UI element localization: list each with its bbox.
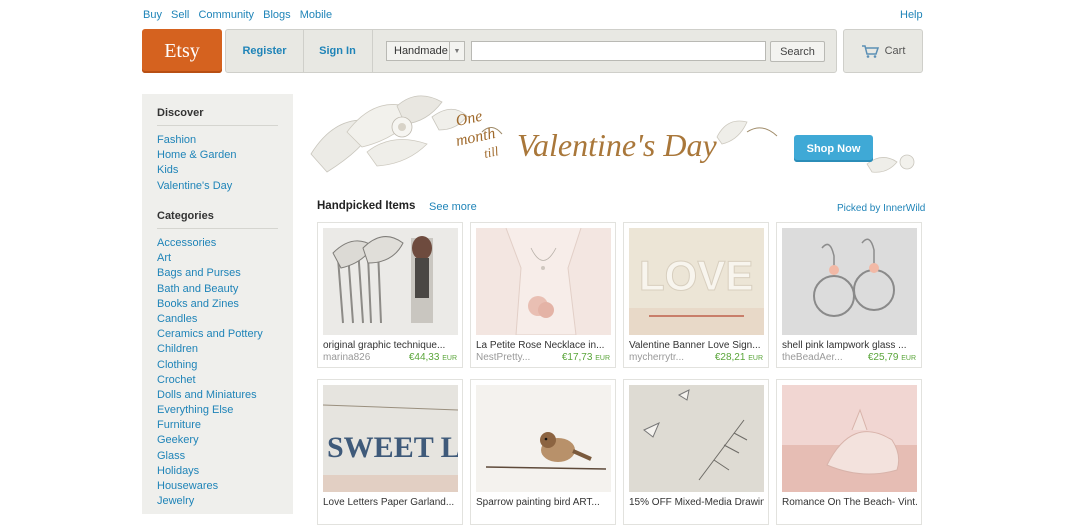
product-card[interactable]: Romance On The Beach- Vint...	[776, 379, 922, 525]
product-title[interactable]: La Petite Rose Necklace in...	[476, 340, 611, 351]
product-title[interactable]: shell pink lampwork glass ...	[782, 340, 917, 351]
currency: EUR	[595, 355, 610, 362]
currency: EUR	[442, 355, 457, 362]
nav-community-link[interactable]: Community	[198, 9, 254, 21]
product-title[interactable]: original graphic technique...	[323, 340, 458, 351]
price-value: €17,73	[561, 352, 593, 363]
discover-list: Fashion Home & Garden Kids Valentine's D…	[157, 133, 236, 194]
product-title[interactable]: Valentine Banner Love Sign...	[629, 340, 764, 351]
sidebar-item-kids[interactable]: Kids	[157, 163, 236, 178]
categories-heading: Categories	[157, 210, 214, 222]
header-bar: Register Sign In Handmade ▼ Search	[225, 29, 837, 73]
sidebar-item-geekery[interactable]: Geekery	[157, 433, 263, 448]
product-image: LOVE	[629, 228, 764, 335]
help-link[interactable]: Help	[900, 9, 923, 21]
product-card[interactable]: original graphic technique... marina826 …	[317, 222, 463, 368]
product-image	[629, 385, 764, 492]
product-image	[782, 228, 917, 335]
sidebar-item-bags-purses[interactable]: Bags and Purses	[157, 266, 263, 281]
product-image	[323, 228, 458, 335]
search-input[interactable]	[471, 41, 766, 61]
handpicked-heading: Handpicked Items	[317, 200, 416, 212]
nav-mobile-link[interactable]: Mobile	[300, 9, 332, 21]
sidebar-item-everything-else[interactable]: Everything Else	[157, 403, 263, 418]
cart-button[interactable]: Cart	[843, 29, 923, 73]
price-value: €44,33	[408, 352, 440, 363]
nav-sell-link[interactable]: Sell	[171, 9, 189, 21]
category-select[interactable]: Handmade ▼	[386, 41, 465, 61]
sidebar: Discover Fashion Home & Garden Kids Vale…	[142, 94, 293, 514]
sidebar-item-valentines-day[interactable]: Valentine's Day	[157, 179, 236, 194]
garland-text: SWEET LOVE	[327, 431, 458, 464]
shop-name[interactable]: NestPretty...	[476, 352, 530, 363]
cart-label: Cart	[884, 45, 906, 57]
price-value: €25,79	[867, 352, 899, 363]
price-value: €28,21	[714, 352, 746, 363]
product-image	[476, 385, 611, 492]
categories-list: Accessories Art Bags and Purses Bath and…	[157, 236, 263, 509]
sign-in-button[interactable]: Sign In	[303, 30, 373, 72]
sidebar-item-ceramics-pottery[interactable]: Ceramics and Pottery	[157, 327, 263, 342]
product-card[interactable]: LOVE Valentine Banner Love Sign... myche…	[623, 222, 769, 368]
shop-now-button[interactable]: Shop Now	[794, 135, 873, 162]
sidebar-item-home-garden[interactable]: Home & Garden	[157, 148, 236, 163]
sidebar-item-crochet[interactable]: Crochet	[157, 373, 263, 388]
cart-icon	[861, 44, 879, 58]
product-image: SWEET LOVE	[323, 385, 458, 492]
product-price: €44,33 EUR	[409, 352, 457, 363]
divider	[157, 228, 278, 229]
divider	[157, 125, 278, 126]
sidebar-item-clothing[interactable]: Clothing	[157, 358, 263, 373]
product-card[interactable]: Sparrow painting bird ART...	[470, 379, 616, 525]
shop-name[interactable]: mycherrytr...	[629, 352, 684, 363]
love-sign-text: LOVE	[639, 252, 753, 299]
product-card[interactable]: 15% OFF Mixed-Media Drawin...	[623, 379, 769, 525]
product-image	[476, 228, 611, 335]
see-more-link[interactable]: See more	[429, 201, 477, 213]
sidebar-item-fashion[interactable]: Fashion	[157, 133, 236, 148]
discover-heading: Discover	[157, 107, 204, 119]
sidebar-item-holidays[interactable]: Holidays	[157, 464, 263, 479]
product-image	[782, 385, 917, 492]
sidebar-item-art[interactable]: Art	[157, 251, 263, 266]
sidebar-item-accessories[interactable]: Accessories	[157, 236, 263, 251]
sidebar-item-books-zines[interactable]: Books and Zines	[157, 297, 263, 312]
nav-blogs-link[interactable]: Blogs	[263, 9, 291, 21]
sidebar-item-dolls-miniatures[interactable]: Dolls and Miniatures	[157, 388, 263, 403]
sidebar-item-jewelry[interactable]: Jewelry	[157, 494, 263, 509]
product-card[interactable]: SWEET LOVE Love Letters Paper Garland...	[317, 379, 463, 525]
product-title[interactable]: Love Letters Paper Garland...	[323, 497, 458, 508]
banner-text-till: till	[483, 143, 501, 161]
sidebar-item-glass[interactable]: Glass	[157, 449, 263, 464]
shop-name[interactable]: marina826	[323, 352, 370, 363]
product-title[interactable]: Sparrow painting bird ART...	[476, 497, 611, 508]
shop-name[interactable]: theBeadAer...	[782, 352, 843, 363]
picked-by-link[interactable]: Picked by InnerWild	[837, 203, 925, 214]
category-select-value: Handmade	[394, 45, 448, 57]
banner-text-valentines-day: Valentine's Day	[517, 127, 717, 163]
currency: EUR	[901, 355, 916, 362]
sidebar-item-furniture[interactable]: Furniture	[157, 418, 263, 433]
sidebar-item-children[interactable]: Children	[157, 342, 263, 357]
nav-buy-link[interactable]: Buy	[143, 9, 162, 21]
etsy-logo[interactable]: Etsy	[142, 29, 222, 73]
chevron-down-icon: ▼	[449, 42, 464, 60]
product-price: €25,79 EUR	[868, 352, 916, 363]
currency: EUR	[748, 355, 763, 362]
sidebar-item-bath-beauty[interactable]: Bath and Beauty	[157, 282, 263, 297]
product-price: €17,73 EUR	[562, 352, 610, 363]
product-title[interactable]: 15% OFF Mixed-Media Drawin...	[629, 497, 764, 508]
product-price: €28,21 EUR	[715, 352, 763, 363]
product-card[interactable]: shell pink lampwork glass ... theBeadAer…	[776, 222, 922, 368]
register-button[interactable]: Register	[226, 30, 304, 72]
search-button[interactable]: Search	[770, 41, 825, 62]
product-card[interactable]: La Petite Rose Necklace in... NestPretty…	[470, 222, 616, 368]
top-nav: Buy Sell Community Blogs Mobile	[143, 9, 338, 21]
sidebar-item-housewares[interactable]: Housewares	[157, 479, 263, 494]
sidebar-item-candles[interactable]: Candles	[157, 312, 263, 327]
product-title[interactable]: Romance On The Beach- Vint...	[782, 497, 917, 508]
